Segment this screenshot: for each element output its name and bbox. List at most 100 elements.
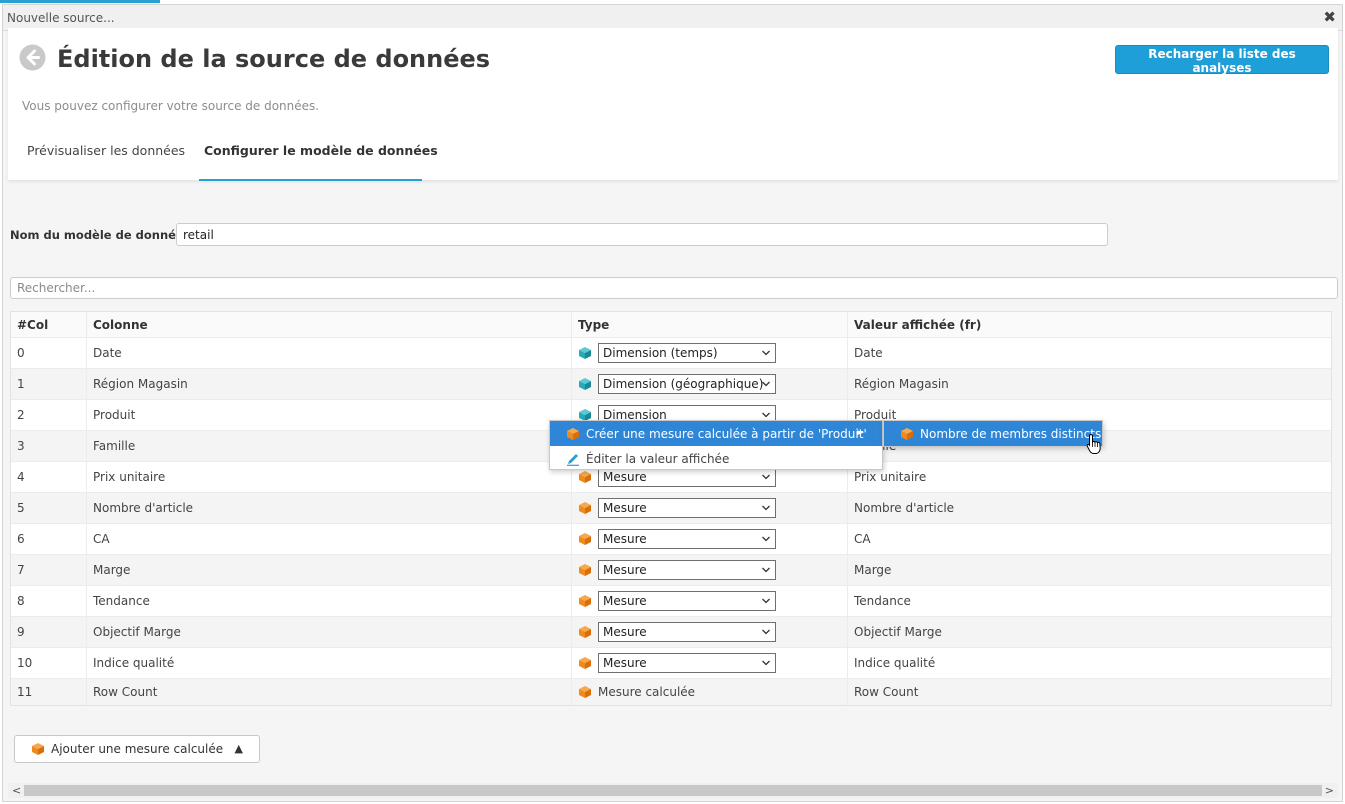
table-row[interactable]: 1 Région Magasin Dimension (géographique) R…	[11, 369, 1331, 400]
cell-col-display[interactable]: Prix unitaire	[848, 462, 1333, 492]
header-col-type[interactable]: Type	[572, 312, 848, 337]
context-submenu: Nombre de membres distincts	[883, 420, 1103, 447]
cell-col-name: Indice qualité	[87, 648, 572, 678]
teal-cube-icon	[579, 378, 591, 390]
cell-col-index: 1	[11, 369, 87, 399]
type-select-value: Mesure	[603, 656, 647, 670]
type-select[interactable]: Mesure	[598, 653, 776, 673]
scroll-left-icon[interactable]: <	[12, 783, 21, 798]
cell-col-display[interactable]: Objectif Marge	[848, 617, 1333, 647]
window-title: Nouvelle source...	[7, 11, 115, 25]
orange-cube-icon	[579, 533, 591, 545]
type-select[interactable]: Dimension (géographique)	[598, 374, 776, 394]
cell-col-index: 2	[11, 400, 87, 430]
cell-col-index: 10	[11, 648, 87, 678]
cell-col-index: 4	[11, 462, 87, 492]
type-select-value: Mesure	[603, 625, 647, 639]
chevron-down-icon	[762, 350, 770, 356]
type-select-value: Mesure	[603, 501, 647, 515]
menu-item-label: Nombre de membres distincts	[920, 426, 1102, 441]
header-col-index[interactable]: #Col	[11, 312, 87, 337]
chevron-down-icon	[762, 412, 770, 418]
cell-col-type: Mesure	[572, 648, 848, 678]
type-select[interactable]: Mesure	[598, 529, 776, 549]
cell-col-index: 9	[11, 617, 87, 647]
menu-item-label: Créer une mesure calculée à partir de 'P…	[586, 426, 867, 441]
cell-col-type: Dimension (temps)	[572, 338, 848, 368]
cell-col-name: Date	[87, 338, 572, 368]
table-row[interactable]: 0 Date Dimension (temps) Date	[11, 338, 1331, 369]
page-subtitle: Vous pouvez configurer votre source de d…	[22, 99, 320, 113]
caret-up-icon: ▲	[234, 742, 243, 755]
table-body: 0 Date Dimension (temps) Date 1 Région Magasi…	[11, 338, 1331, 705]
table-row[interactable]: 7 Marge Mesure Marge	[11, 555, 1331, 586]
chevron-down-icon	[762, 474, 770, 480]
model-name-input[interactable]	[176, 223, 1108, 246]
menu-item-edit-display-value[interactable]: Éditer la valeur affichée	[550, 446, 882, 471]
orange-cube-icon	[579, 626, 591, 638]
cell-col-type: Mesure	[572, 586, 848, 616]
cell-col-name: Objectif Marge	[87, 617, 572, 647]
table-row[interactable]: 6 CA Mesure CA	[11, 524, 1331, 555]
cell-col-index: 11	[11, 679, 87, 705]
pencil-icon	[567, 453, 579, 466]
menu-item-distinct-members-count[interactable]: Nombre de membres distincts	[884, 421, 1102, 446]
active-tab-indicator	[199, 179, 422, 181]
scrollbar-thumb[interactable]	[24, 785, 1322, 796]
table-row[interactable]: 11 Row Count Mesure calculée Row Count	[11, 679, 1331, 705]
tab-preview-data[interactable]: Prévisualiser les données	[27, 143, 185, 158]
cell-col-display[interactable]: Marge	[848, 555, 1333, 585]
chevron-down-icon	[762, 598, 770, 604]
page-title: Édition de la source de données	[57, 45, 491, 73]
table-row[interactable]: 9 Objectif Marge Mesure Objectif Marge	[11, 617, 1331, 648]
orange-cube-icon	[567, 427, 579, 440]
table-row[interactable]: 8 Tendance Mesure Tendance	[11, 586, 1331, 617]
header-col-display[interactable]: Valeur affichée (fr)	[848, 312, 1333, 337]
type-select-value: Mesure	[603, 594, 647, 608]
horizontal-scrollbar[interactable]: < >	[8, 783, 1338, 798]
cell-col-index: 0	[11, 338, 87, 368]
cell-col-index: 6	[11, 524, 87, 554]
orange-cube-icon	[579, 502, 591, 514]
cell-col-type: Dimension (géographique)	[572, 369, 848, 399]
cell-col-display[interactable]: Tendance	[848, 586, 1333, 616]
cell-col-name: Produit	[87, 400, 572, 430]
type-select[interactable]: Mesure	[598, 591, 776, 611]
type-select[interactable]: Mesure	[598, 560, 776, 580]
top-accent-bar	[0, 0, 160, 3]
table-row[interactable]: 5 Nombre d'article Mesure Nombre d'article	[11, 493, 1331, 524]
cell-col-name: Marge	[87, 555, 572, 585]
cell-col-name: Prix unitaire	[87, 462, 572, 492]
chevron-down-icon	[762, 629, 770, 635]
table-header-row: #Col Colonne Type Valeur affichée (fr)	[11, 312, 1331, 338]
cell-col-display[interactable]: CA	[848, 524, 1333, 554]
tab-configure-model[interactable]: Configurer le modèle de données	[204, 143, 438, 158]
cell-col-display[interactable]: Row Count	[848, 679, 1333, 705]
reload-analyses-button[interactable]: Recharger la liste des analyses	[1115, 45, 1329, 75]
cell-col-name: Famille	[87, 431, 572, 461]
back-arrow-icon[interactable]	[19, 44, 46, 71]
cell-col-display[interactable]: Région Magasin	[848, 369, 1333, 399]
type-static-label: Mesure calculée	[598, 685, 696, 699]
chevron-down-icon	[762, 536, 770, 542]
scroll-right-icon[interactable]: >	[1325, 783, 1334, 798]
table-row[interactable]: 10 Indice qualité Mesure Indice qualité	[11, 648, 1331, 679]
menu-item-create-calculated-measure[interactable]: Créer une mesure calculée à partir de 'P…	[550, 421, 882, 446]
cell-col-name: Tendance	[87, 586, 572, 616]
search-input[interactable]	[10, 277, 1338, 299]
cell-col-name: Row Count	[87, 679, 572, 705]
add-calculated-measure-button[interactable]: Ajouter une mesure calculée ▲	[14, 735, 260, 763]
close-icon[interactable]: ✖	[1323, 8, 1336, 26]
cell-col-display[interactable]: Indice qualité	[848, 648, 1333, 678]
cell-col-type: Mesure calculée	[572, 679, 848, 705]
cell-col-type: Mesure	[572, 493, 848, 523]
type-select[interactable]: Mesure	[598, 622, 776, 642]
type-select[interactable]: Mesure	[598, 498, 776, 518]
cell-col-display[interactable]: Nombre d'article	[848, 493, 1333, 523]
type-select[interactable]: Dimension (temps)	[598, 343, 776, 363]
type-select-value: Mesure	[603, 532, 647, 546]
header-col-name[interactable]: Colonne	[87, 312, 572, 337]
cell-col-index: 3	[11, 431, 87, 461]
type-select-value: Dimension (géographique)	[603, 377, 764, 391]
cell-col-display[interactable]: Date	[848, 338, 1333, 368]
